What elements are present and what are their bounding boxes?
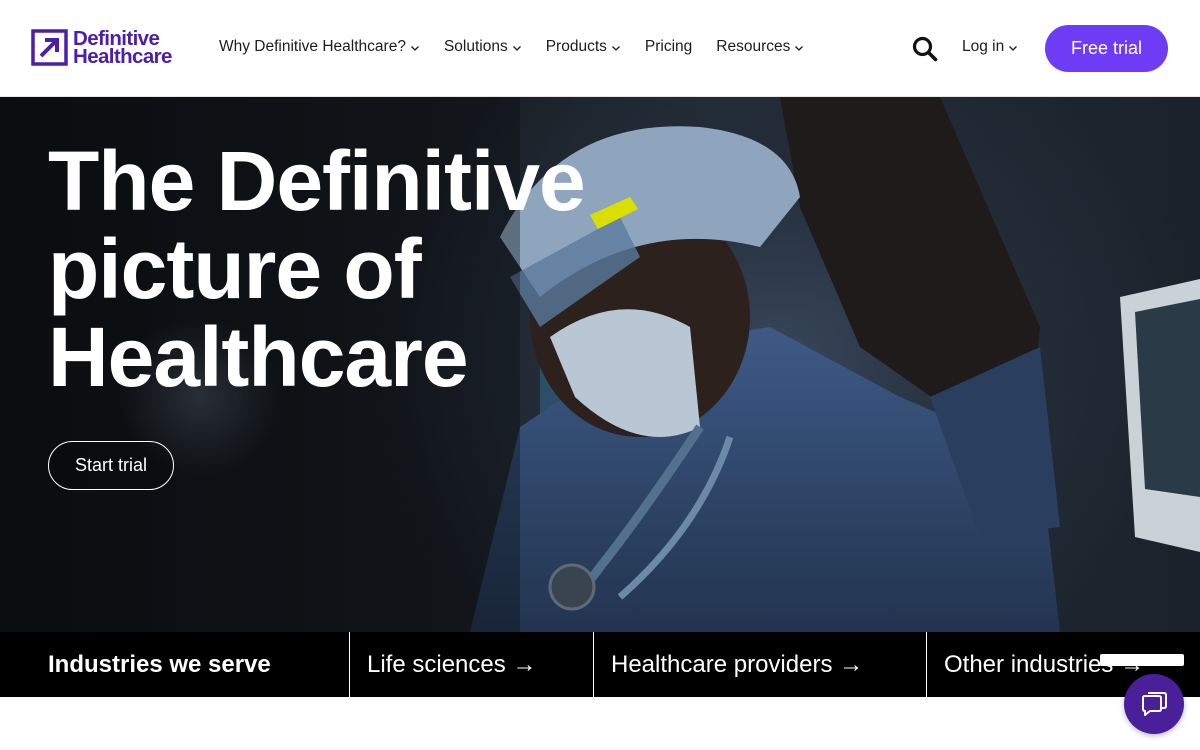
chevron-down-icon <box>795 45 804 51</box>
free-trial-button[interactable]: Free trial <box>1045 25 1168 72</box>
nav-item-resources[interactable]: Resources <box>716 38 804 56</box>
hero-title-line-1: The Definitive <box>48 134 586 228</box>
logo-text: Definitive Healthcare <box>73 28 172 68</box>
nav-item-label: Pricing <box>644 38 693 55</box>
industry-link-healthcare-providers[interactable]: Healthcare providers → <box>593 632 926 697</box>
main-nav: Why Definitive Healthcare? Solutions Pro… <box>219 38 828 56</box>
chevron-down-icon <box>410 45 419 51</box>
logo-mark-icon <box>31 29 68 66</box>
logo-line-2: Healthcare <box>73 44 172 68</box>
hero-section: The Definitive picture of Healthcare Sta… <box>0 97 1200 632</box>
chevron-down-icon <box>512 45 521 51</box>
nav-item-products[interactable]: Products <box>546 38 621 56</box>
hero-title: The Definitive picture of Healthcare <box>48 137 688 401</box>
site-header: Definitive Healthcare Why Definitive Hea… <box>0 0 1200 97</box>
nav-item-label: Solutions <box>443 38 508 55</box>
nav-item-solutions[interactable]: Solutions <box>444 38 522 56</box>
chevron-down-icon <box>611 45 620 51</box>
search-icon[interactable] <box>912 36 938 62</box>
nav-item-why[interactable]: Why Definitive Healthcare? <box>219 38 420 56</box>
start-trial-button[interactable]: Start trial <box>48 441 174 490</box>
chat-toast <box>1100 654 1184 666</box>
login-link[interactable]: Log in <box>962 38 1018 56</box>
logo[interactable]: Definitive Healthcare <box>31 28 172 68</box>
hero-title-line-3: Healthcare <box>48 310 469 404</box>
nav-item-label: Why Definitive Healthcare? <box>219 38 406 55</box>
nav-item-label: Products <box>545 38 607 55</box>
industry-link-life-sciences[interactable]: Life sciences → <box>349 632 593 697</box>
chat-button[interactable] <box>1124 674 1184 734</box>
login-label: Log in <box>962 38 1005 55</box>
hero-title-line-2: picture of <box>48 222 422 316</box>
industries-bar: Industries we serve Life sciences → Heal… <box>0 632 1200 697</box>
industries-heading: Industries we serve <box>48 650 271 678</box>
chevron-down-icon <box>1009 45 1018 51</box>
nav-item-pricing[interactable]: Pricing <box>645 38 692 56</box>
chat-icon <box>1142 692 1167 716</box>
nav-item-label: Resources <box>716 38 791 55</box>
